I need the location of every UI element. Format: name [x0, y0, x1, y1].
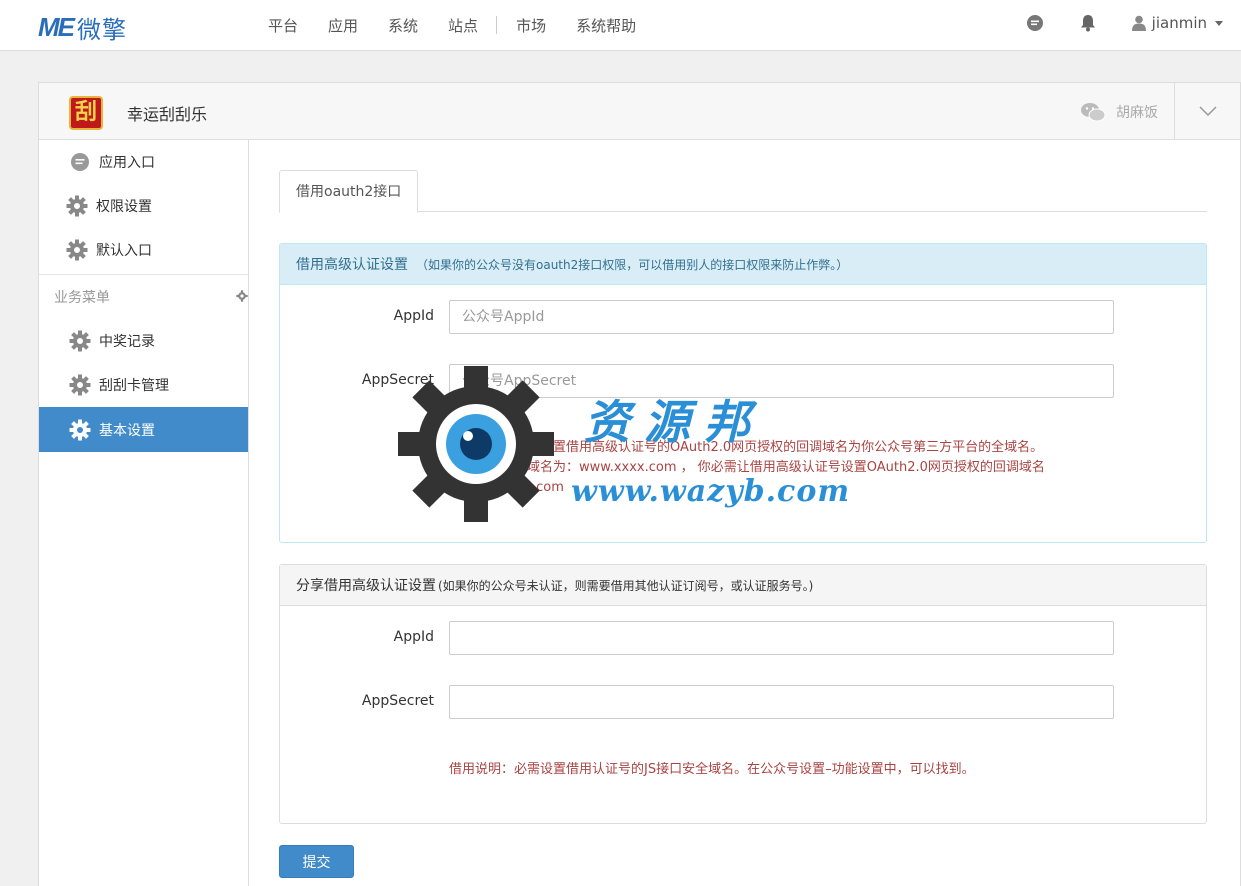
- gear-icon: [69, 374, 91, 396]
- sidebar-item-label: 权限设置: [96, 199, 152, 215]
- section-title: 分享借用高级认证设置: [296, 578, 436, 594]
- nav-apps[interactable]: 应用: [328, 15, 358, 36]
- section-note: （如果你的公众号没有oauth2接口权限，可以借用别人的接口权限来防止作弊。）: [416, 257, 849, 272]
- main-nav: 平台 应用 系统 站点 市场 系统帮助: [268, 0, 666, 50]
- appid-label: AppId: [393, 629, 434, 645]
- top-right-tools: jianmin: [1026, 0, 1223, 46]
- help-line: 借用说明：必需设置借用高级认证号的OAuth2.0网页授权的回调域名为你公众号第…: [449, 440, 1044, 455]
- nav-platform[interactable]: 平台: [268, 15, 298, 36]
- bell-icon[interactable]: [1080, 14, 1096, 32]
- share-appid-input[interactable]: [449, 621, 1114, 655]
- sidebar-item-label: 刮刮卡管理: [99, 378, 169, 394]
- collapse-toggle[interactable]: [1174, 83, 1240, 139]
- sidebar-item-basic-settings[interactable]: 基本设置: [39, 407, 248, 452]
- logo-text: 微擎: [77, 16, 127, 44]
- sidebar-item-app-entry[interactable]: 应用入口: [39, 140, 248, 184]
- sidebar-group-business-menu: 业务菜单: [39, 275, 248, 319]
- sidebar-item-winning-records[interactable]: 中奖记录: [39, 319, 248, 363]
- user-icon: [1131, 15, 1146, 31]
- wechat-icon: [1081, 103, 1106, 122]
- sidebar-item-permissions[interactable]: 权限设置: [39, 184, 248, 228]
- nav-market[interactable]: 市场: [516, 15, 546, 36]
- gear-icon: [66, 195, 88, 217]
- nav-system[interactable]: 系统: [388, 15, 418, 36]
- gear-icon[interactable]: [236, 290, 248, 306]
- message-icon[interactable]: [1026, 14, 1044, 32]
- sidebar-item-card-management[interactable]: 刮刮卡管理: [39, 363, 248, 407]
- sidebar-group-label: 业务菜单: [54, 290, 110, 306]
- sidebar-item-label: 应用入口: [99, 155, 155, 171]
- appsecret-row: AppSecret: [280, 685, 1206, 719]
- appid-input[interactable]: [449, 300, 1114, 334]
- nav-help[interactable]: 系统帮助: [576, 15, 636, 36]
- share-borrow-section: 分享借用高级认证设置 (如果你的公众号未认证，则需要借用其他认证订阅号，或认证服…: [279, 564, 1207, 824]
- oauth-borrow-section: 借用高级认证设置 （如果你的公众号没有oauth2接口权限，可以借用别人的接口权…: [279, 243, 1207, 543]
- help-line: 如：你的系统域名为：www.xxxx.com ， 你必需让借用高级认证号设置OA…: [449, 460, 1045, 495]
- nav-divider: [496, 16, 498, 34]
- nav-site[interactable]: 站点: [448, 15, 478, 36]
- tab-bar: 借用oauth2接口: [279, 170, 1207, 213]
- user-name: jianmin: [1151, 14, 1207, 32]
- gear-icon: [66, 239, 88, 261]
- top-navbar: ME 微擎 平台 应用 系统 站点 市场 系统帮助 jianmin: [0, 0, 1241, 51]
- appsecret-row: AppSecret: [280, 364, 1206, 398]
- sidebar-item-label: 中奖记录: [99, 334, 155, 350]
- chevron-down-icon: [1198, 106, 1217, 116]
- appsecret-label: AppSecret: [361, 693, 434, 709]
- brand-logo[interactable]: ME 微擎: [38, 10, 127, 45]
- appid-row: AppId: [280, 621, 1206, 655]
- share-help-text: 借用说明：必需设置借用认证号的JS接口安全域名。在公众号设置–功能设置中，可以找…: [449, 762, 975, 777]
- section-heading: 分享借用高级认证设置 (如果你的公众号未认证，则需要借用其他认证订阅号，或认证服…: [280, 565, 1206, 606]
- app-name: 幸运刮刮乐: [127, 105, 208, 124]
- module-panel: 刮 幸运刮刮乐 胡麻饭 应用入口 权限设置 默认入口 业务菜单 中奖记录 刮刮卡…: [38, 82, 1241, 886]
- appsecret-input[interactable]: [449, 364, 1114, 398]
- tab-oauth2[interactable]: 借用oauth2接口: [279, 170, 419, 213]
- sidebar: 应用入口 权限设置 默认入口 业务菜单 中奖记录 刮刮卡管理 基本设置: [39, 140, 249, 886]
- appid-row: AppId: [280, 300, 1206, 334]
- gear-icon: [69, 419, 91, 441]
- settings-content: 借用oauth2接口 借用高级认证设置 （如果你的公众号没有oauth2接口权限…: [279, 170, 1207, 878]
- appsecret-label: AppSecret: [361, 372, 434, 388]
- section-note: (如果你的公众号未认证，则需要借用其他认证订阅号，或认证服务号。): [438, 578, 814, 593]
- gear-icon: [69, 330, 91, 352]
- module-header: 刮 幸运刮刮乐 胡麻饭: [39, 83, 1240, 140]
- oauth-help-text: 借用说明：必需设置借用高级认证号的OAuth2.0网页授权的回调域名为你公众号第…: [449, 438, 1089, 498]
- section-heading: 借用高级认证设置 （如果你的公众号没有oauth2接口权限，可以借用别人的接口权…: [280, 244, 1206, 285]
- sidebar-item-label: 默认入口: [96, 243, 152, 259]
- app-icon: 刮: [69, 96, 103, 130]
- section-title: 借用高级认证设置: [296, 257, 408, 273]
- submit-button[interactable]: 提交: [279, 845, 354, 878]
- appid-label: AppId: [393, 308, 434, 324]
- logo-letters: ME: [38, 12, 75, 42]
- user-menu[interactable]: jianmin: [1131, 14, 1223, 32]
- account-name: 胡麻饭: [1116, 105, 1158, 121]
- sidebar-item-default-entry[interactable]: 默认入口: [39, 228, 248, 272]
- chevron-down-icon: [1215, 20, 1223, 26]
- sidebar-item-label: 基本设置: [99, 422, 155, 439]
- chat-bubble-icon: [69, 151, 91, 173]
- account-switch[interactable]: 胡麻饭: [1080, 102, 1158, 122]
- share-appsecret-input[interactable]: [449, 685, 1114, 719]
